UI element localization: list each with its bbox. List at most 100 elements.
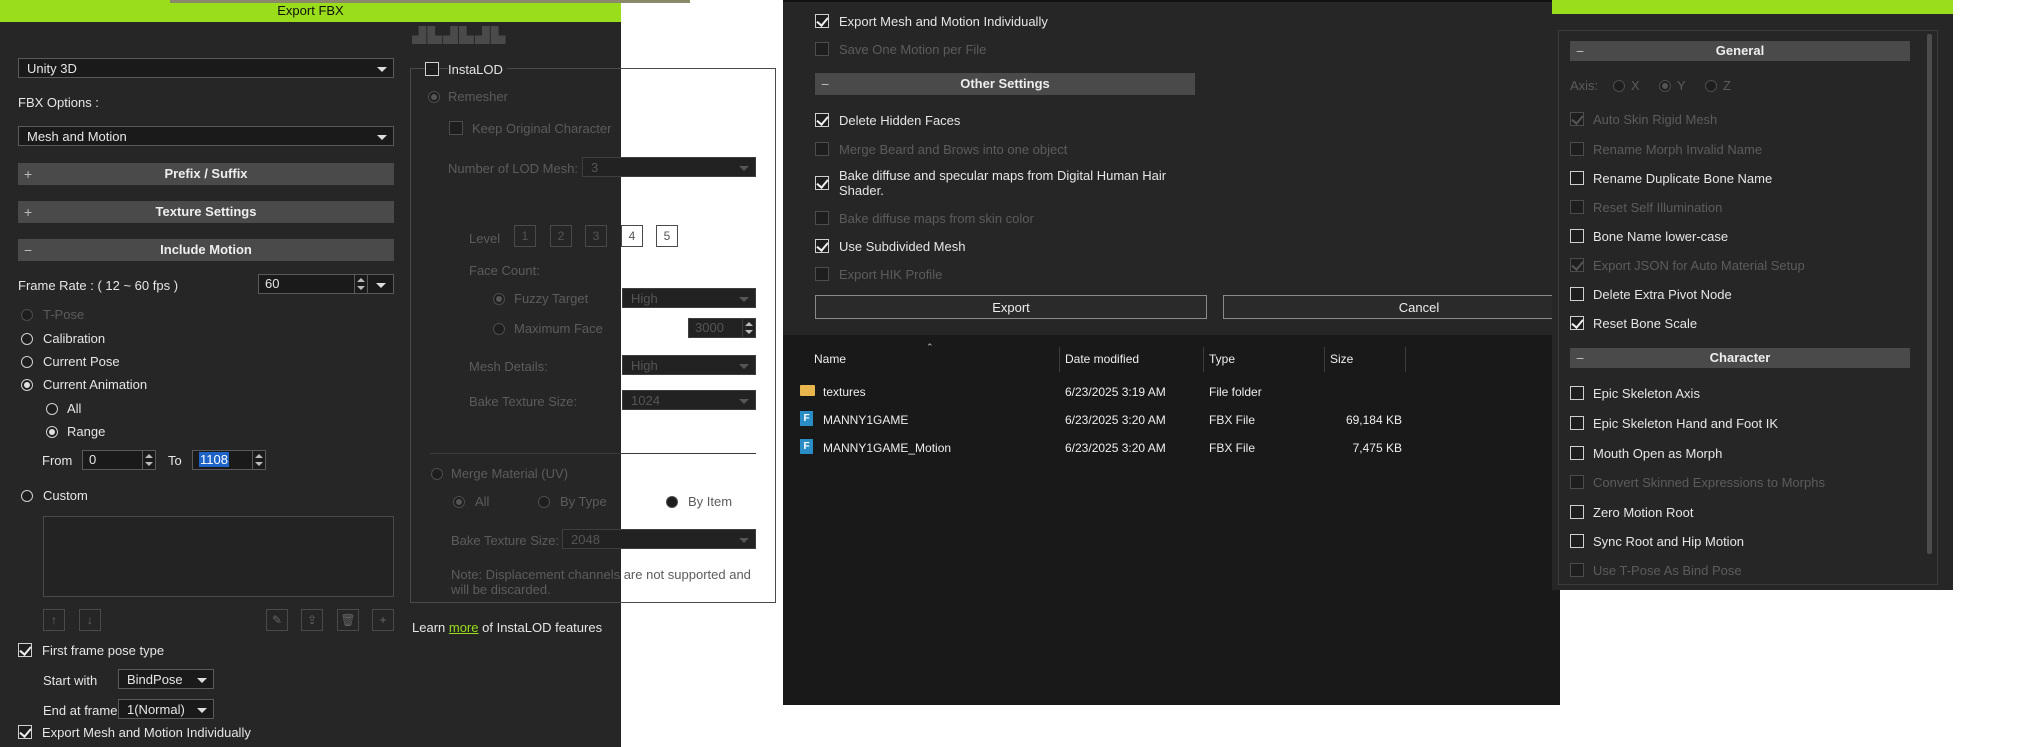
zero-motion-checkbox[interactable]	[1570, 505, 1584, 519]
panel-top-line	[783, 0, 1560, 2]
range-label[interactable]: Range	[67, 424, 105, 439]
col-date-header[interactable]: Date modified	[1065, 352, 1139, 366]
current-animation-label[interactable]: Current Animation	[43, 377, 147, 392]
merge-all-radio	[453, 496, 465, 508]
frame-rate-dropdown[interactable]	[367, 274, 394, 294]
start-with-dropdown[interactable]: BindPose	[118, 669, 214, 689]
sync-root-checkbox[interactable]	[1570, 534, 1584, 548]
use-tpose-label: Use T-Pose As Bind Pose	[1593, 563, 1742, 578]
frame-rate-input[interactable]: 60	[258, 274, 368, 294]
reset-bone-scale-checkbox[interactable]	[1570, 316, 1584, 330]
level-label: Level	[469, 231, 501, 246]
fuzzy-target-label: Fuzzy Target	[514, 291, 589, 306]
bone-lower-checkbox[interactable]	[1570, 229, 1584, 243]
instalod-label[interactable]: InstaLOD	[448, 62, 507, 77]
bake-diffuse-label[interactable]: Bake diffuse and specular maps from Digi…	[839, 168, 1169, 198]
axis-x-radio	[1613, 80, 1625, 92]
learn-suffix: of InstaLOD features	[482, 620, 603, 635]
export-hik-checkbox	[815, 267, 829, 281]
current-animation-radio[interactable]	[21, 379, 33, 391]
epic-axis-checkbox[interactable]	[1570, 386, 1584, 400]
rename-duplicate-checkbox[interactable]	[1570, 171, 1584, 185]
delete-pivot-label[interactable]: Delete Extra Pivot Node	[1593, 287, 1732, 302]
include-motion-section[interactable]: − Include Motion	[18, 239, 394, 261]
current-pose-label[interactable]: Current Pose	[43, 354, 120, 369]
expand-icon: +	[24, 204, 33, 220]
sync-root-label[interactable]: Sync Root and Hip Motion	[1593, 534, 1744, 549]
instalod-checkbox[interactable]	[425, 62, 439, 76]
bake-texture-value: 1024	[631, 393, 660, 408]
delete-pivot-checkbox[interactable]	[1570, 287, 1584, 301]
all-radio[interactable]	[46, 403, 58, 415]
col-size-header[interactable]: Size	[1330, 352, 1353, 366]
import-icon[interactable]: ⇪	[301, 609, 323, 631]
export-button[interactable]: Export	[815, 295, 1207, 319]
all-label[interactable]: All	[67, 401, 81, 416]
fbx-options-dropdown[interactable]: Mesh and Motion	[18, 126, 394, 146]
mouth-open-label[interactable]: Mouth Open as Morph	[1593, 446, 1722, 461]
end-frame-dropdown[interactable]: 1(Normal)	[118, 699, 214, 719]
bone-lower-label[interactable]: Bone Name lower-case	[1593, 229, 1728, 244]
rename-duplicate-label[interactable]: Rename Duplicate Bone Name	[1593, 171, 1772, 186]
epic-hand-checkbox[interactable]	[1570, 416, 1584, 430]
export-individually-label[interactable]: Export Mesh and Motion Individually	[839, 14, 1048, 29]
prefix-suffix-section[interactable]: + Prefix / Suffix	[18, 163, 394, 185]
spin-arrows-icon[interactable]	[142, 451, 155, 469]
file-size: 69,184 KB	[1345, 413, 1402, 427]
axis-x-label: X	[1631, 78, 1640, 93]
calibration-radio[interactable]	[21, 333, 33, 345]
learn-more-link[interactable]: more	[449, 620, 479, 635]
from-value: 0	[89, 452, 97, 467]
add-icon[interactable]: +	[372, 609, 394, 631]
move-up-icon[interactable]: ↑	[43, 609, 65, 631]
target-dropdown[interactable]: Unity 3D	[18, 58, 394, 78]
delete-icon[interactable]: 🗑	[337, 609, 359, 631]
learn-prefix: Learn	[412, 620, 446, 635]
current-pose-radio[interactable]	[21, 356, 33, 368]
first-frame-checkbox[interactable]	[18, 643, 32, 657]
delete-hidden-checkbox[interactable]	[815, 113, 829, 127]
file-name: textures	[823, 385, 866, 399]
export-individually-checkbox[interactable]	[18, 725, 32, 739]
learn-more-text: Learn more of InstaLOD features	[412, 620, 602, 635]
table-row[interactable]: F MANNY1GAME_Motion 6/23/2025 3:20 AM FB…	[783, 436, 1560, 460]
move-down-icon[interactable]: ↓	[79, 609, 101, 631]
first-frame-label[interactable]: First frame pose type	[42, 643, 164, 658]
spin-arrows-icon[interactable]	[252, 451, 265, 469]
expand-icon: +	[24, 166, 33, 182]
tpose-label: T-Pose	[43, 307, 85, 322]
bake-diffuse-checkbox[interactable]	[815, 176, 829, 190]
export-individually-label[interactable]: Export Mesh and Motion Individually	[42, 725, 251, 740]
zero-motion-label[interactable]: Zero Motion Root	[1593, 505, 1693, 520]
rename-icon[interactable]: ✎	[266, 609, 288, 631]
range-radio[interactable]	[46, 426, 58, 438]
mouth-open-checkbox[interactable]	[1570, 446, 1584, 460]
custom-motion-list[interactable]	[43, 516, 394, 597]
other-settings-section[interactable]: − Other Settings	[815, 73, 1195, 95]
from-input[interactable]: 0	[82, 450, 156, 470]
file-type: File folder	[1209, 385, 1262, 399]
reset-bone-scale-label[interactable]: Reset Bone Scale	[1593, 316, 1697, 331]
to-input[interactable]: 1108	[192, 450, 266, 470]
col-name-header[interactable]: Name	[814, 352, 846, 366]
general-section[interactable]: − General	[1570, 41, 1910, 61]
calibration-label[interactable]: Calibration	[43, 331, 105, 346]
use-subdivided-label[interactable]: Use Subdivided Mesh	[839, 239, 965, 254]
level-2: 2	[550, 225, 572, 247]
delete-hidden-label[interactable]: Delete Hidden Faces	[839, 113, 960, 128]
col-type-header[interactable]: Type	[1209, 352, 1235, 366]
use-subdivided-checkbox[interactable]	[815, 239, 829, 253]
epic-axis-label[interactable]: Epic Skeleton Axis	[1593, 386, 1700, 401]
table-row[interactable]: textures 6/23/2025 3:19 AM File folder	[783, 380, 1560, 404]
export-individually-checkbox[interactable]	[815, 14, 829, 28]
character-section[interactable]: − Character	[1570, 348, 1910, 368]
epic-hand-label[interactable]: Epic Skeleton Hand and Foot IK	[1593, 416, 1778, 431]
export-json-label: Export JSON for Auto Material Setup	[1593, 258, 1805, 273]
custom-label[interactable]: Custom	[43, 488, 88, 503]
scrollbar[interactable]	[1927, 34, 1932, 554]
custom-radio[interactable]	[21, 490, 33, 502]
table-row[interactable]: F MANNY1GAME 6/23/2025 3:20 AM FBX File …	[783, 408, 1560, 432]
target-value: Unity 3D	[27, 61, 77, 76]
texture-settings-section[interactable]: + Texture Settings	[18, 201, 394, 223]
spin-arrows-icon[interactable]	[354, 275, 367, 293]
